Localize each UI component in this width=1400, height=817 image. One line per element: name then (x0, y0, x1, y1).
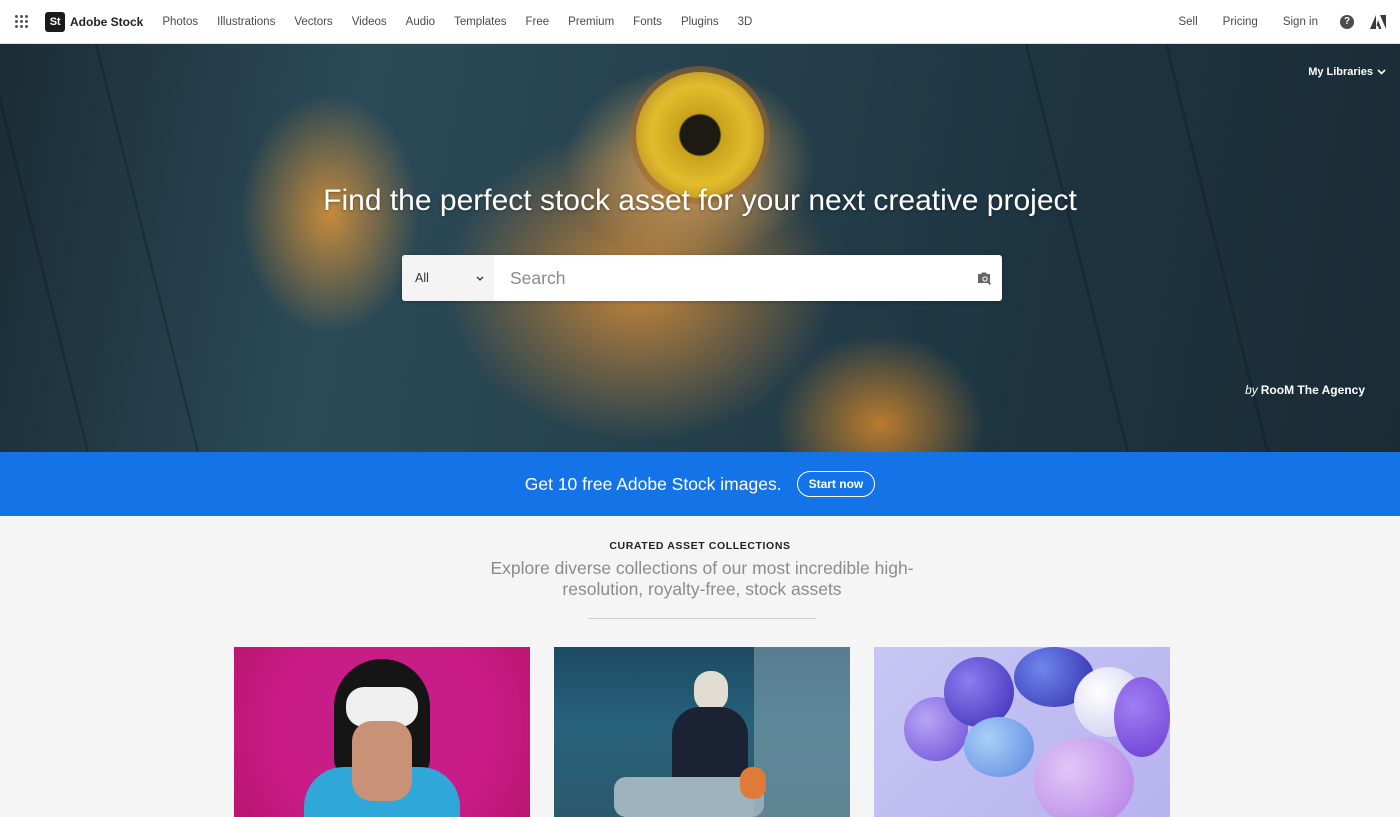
collection-card-boat[interactable] (554, 647, 850, 817)
section-eyebrow: CURATED ASSET COLLECTIONS (609, 540, 791, 552)
hero-texture (87, 44, 215, 452)
card-image-detail (352, 721, 412, 801)
card-image-detail (694, 671, 728, 711)
nav-link-premium[interactable]: Premium (568, 16, 614, 28)
card-image-detail (740, 767, 766, 799)
chevron-down-icon (1377, 69, 1386, 75)
nav-link-3d[interactable]: 3D (738, 16, 753, 28)
section-divider (588, 618, 816, 619)
search-type-value: All (415, 271, 429, 285)
curated-collections-section: CURATED ASSET COLLECTIONS Explore divers… (0, 516, 1400, 817)
credit-prefix: by (1245, 383, 1258, 397)
promo-banner: Get 10 free Adobe Stock images. Start no… (0, 452, 1400, 516)
hero-banner: My Libraries Find the perfect stock asse… (0, 44, 1400, 452)
my-libraries-dropdown[interactable]: My Libraries (1308, 66, 1386, 78)
adobe-logo-icon[interactable] (1370, 14, 1386, 29)
visual-search-button[interactable] (966, 255, 1002, 301)
sell-link[interactable]: Sell (1178, 16, 1197, 28)
promo-text: Get 10 free Adobe Stock images. (524, 473, 782, 494)
nav-link-templates[interactable]: Templates (454, 16, 506, 28)
adobe-stock-home-link[interactable]: St Adobe Stock (45, 11, 144, 32)
frog-eye-image (636, 72, 764, 198)
my-libraries-label: My Libraries (1308, 66, 1373, 78)
help-icon[interactable]: ? (1340, 14, 1354, 29)
nav-link-vectors[interactable]: Vectors (294, 16, 332, 28)
hero-texture (0, 44, 105, 452)
nav-link-audio[interactable]: Audio (406, 16, 435, 28)
pricing-link[interactable]: Pricing (1223, 16, 1258, 28)
nav-link-videos[interactable]: Videos (352, 16, 387, 28)
collection-card-portrait[interactable] (234, 647, 530, 817)
nav-link-free[interactable]: Free (526, 16, 550, 28)
credit-name[interactable]: RooM The Agency (1261, 383, 1365, 397)
nav-link-plugins[interactable]: Plugins (681, 16, 719, 28)
nav-link-fonts[interactable]: Fonts (633, 16, 662, 28)
card-image-detail (1034, 737, 1134, 817)
top-navigation: St Adobe Stock Photos Illustrations Vect… (0, 0, 1400, 44)
search-input[interactable] (494, 255, 966, 301)
brand-name: Adobe Stock (70, 14, 144, 29)
apps-grid-icon[interactable] (15, 14, 29, 29)
nav-link-photos[interactable]: Photos (162, 16, 198, 28)
chevron-down-icon (476, 276, 484, 281)
hero-texture (1017, 44, 1145, 452)
collection-card-abstract[interactable] (874, 647, 1170, 817)
card-image-detail (1114, 677, 1170, 757)
hero-headline: Find the perfect stock asset for your ne… (323, 184, 1077, 217)
section-subtitle: Explore diverse collections of our most … (490, 558, 914, 599)
adobe-stock-logo-icon: St (45, 11, 65, 32)
card-image-detail (672, 707, 748, 787)
search-type-select[interactable]: All (402, 255, 494, 301)
visual-search-icon (977, 272, 991, 285)
search-bar: All (402, 255, 1002, 301)
nav-link-illustrations[interactable]: Illustrations (217, 16, 275, 28)
card-image-detail (964, 717, 1034, 777)
card-image-detail (754, 647, 850, 817)
sign-in-link[interactable]: Sign in (1283, 16, 1318, 28)
category-nav: Photos Illustrations Vectors Videos Audi… (153, 16, 752, 28)
image-credit: by RooM The Agency (1245, 383, 1365, 397)
account-nav: Sell Pricing Sign in ? (1153, 14, 1400, 29)
start-now-button[interactable]: Start now (796, 471, 876, 497)
